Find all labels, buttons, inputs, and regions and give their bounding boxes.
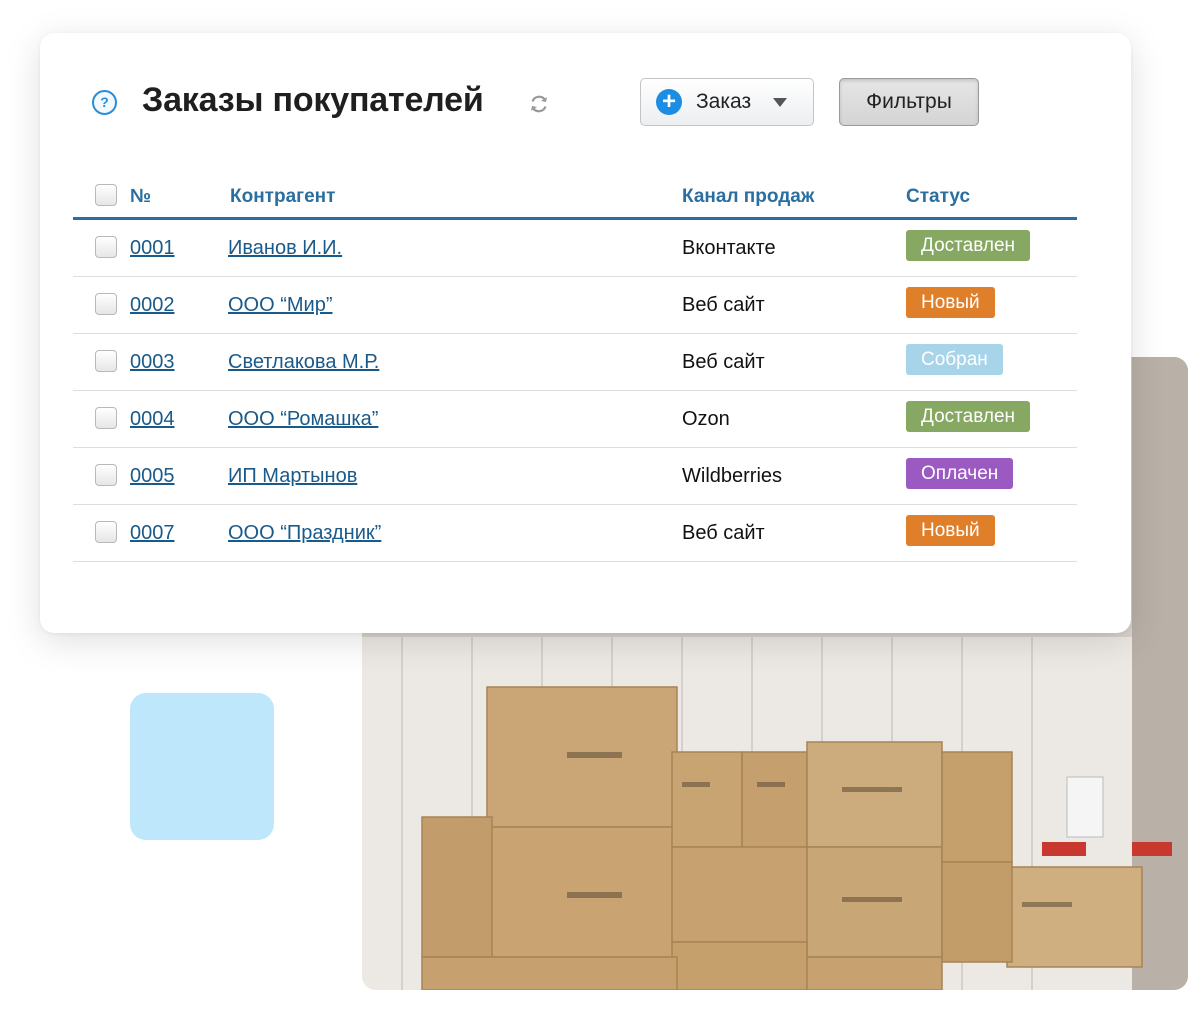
counterparty-link[interactable]: Светлакова М.Р.: [228, 351, 379, 374]
column-header-number[interactable]: №: [130, 186, 151, 208]
orders-table: № Контрагент Канал продаж Статус 0001 Ива…: [73, 173, 1077, 562]
table-header: № Контрагент Канал продаж Статус: [73, 173, 1077, 220]
order-number-link[interactable]: 0002: [130, 294, 175, 317]
order-number-link[interactable]: 0007: [130, 522, 175, 545]
table-row[interactable]: 0002 ООО “Мир” Веб сайт Новый: [73, 277, 1077, 334]
row-checkbox[interactable]: [95, 236, 117, 258]
column-header-status[interactable]: Статус: [906, 186, 970, 208]
table-row[interactable]: 0001 Иванов И.И. Вконтакте Доставлен: [73, 220, 1077, 277]
sales-channel: Вконтакте: [682, 237, 776, 259]
counterparty-link[interactable]: Иванов И.И.: [228, 237, 342, 260]
order-number-link[interactable]: 0004: [130, 408, 175, 431]
status-badge[interactable]: Новый: [906, 515, 995, 546]
sales-channel: Веб сайт: [682, 522, 765, 544]
chevron-down-icon[interactable]: [773, 97, 788, 107]
table-row[interactable]: 0003 Светлакова М.Р. Веб сайт Собран: [73, 334, 1077, 391]
sales-channel: Веб сайт: [682, 351, 765, 373]
order-number-link[interactable]: 0003: [130, 351, 175, 374]
table-row[interactable]: 0004 ООО “Ромашка” Ozon Доставлен: [73, 391, 1077, 448]
filters-button[interactable]: Фильтры: [839, 78, 979, 126]
orders-panel: ? Заказы покупателей + Заказ Фильтры № К…: [40, 33, 1131, 633]
counterparty-link[interactable]: ООО “Мир”: [228, 294, 333, 317]
row-checkbox[interactable]: [95, 464, 117, 486]
sales-channel: Ozon: [682, 408, 730, 430]
status-badge[interactable]: Собран: [906, 344, 1003, 375]
sales-channel: Wildberries: [682, 465, 783, 487]
counterparty-link[interactable]: ИП Мартынов: [228, 465, 357, 488]
new-order-button-label: Заказ: [696, 90, 752, 113]
counterparty-link[interactable]: ООО “Ромашка”: [228, 408, 378, 431]
status-badge[interactable]: Доставлен: [906, 401, 1031, 432]
new-order-button[interactable]: + Заказ: [640, 78, 814, 126]
row-checkbox[interactable]: [95, 350, 117, 372]
counterparty-link[interactable]: ООО “Праздник”: [228, 522, 381, 545]
order-number-link[interactable]: 0001: [130, 237, 175, 260]
status-badge[interactable]: Новый: [906, 287, 995, 318]
status-badge[interactable]: Оплачен: [906, 458, 1014, 489]
refresh-icon[interactable]: [528, 93, 550, 115]
row-checkbox[interactable]: [95, 407, 117, 429]
status-badge[interactable]: Доставлен: [906, 230, 1031, 261]
question-circle-icon[interactable]: ?: [92, 90, 117, 115]
column-header-counterparty[interactable]: Контрагент: [230, 186, 335, 208]
table-row[interactable]: 0005 ИП Мартынов Wildberries Оплачен: [73, 448, 1077, 505]
decorative-square: [130, 693, 274, 840]
column-header-channel[interactable]: Канал продаж: [682, 186, 814, 208]
page-title: Заказы покупателей: [142, 81, 484, 119]
plus-circle-icon: +: [656, 89, 682, 115]
table-row[interactable]: 0007 ООО “Праздник” Веб сайт Новый: [73, 505, 1077, 562]
row-checkbox[interactable]: [95, 521, 117, 543]
sales-channel: Веб сайт: [682, 294, 765, 316]
order-number-link[interactable]: 0005: [130, 465, 175, 488]
select-all-checkbox[interactable]: [95, 184, 117, 206]
row-checkbox[interactable]: [95, 293, 117, 315]
